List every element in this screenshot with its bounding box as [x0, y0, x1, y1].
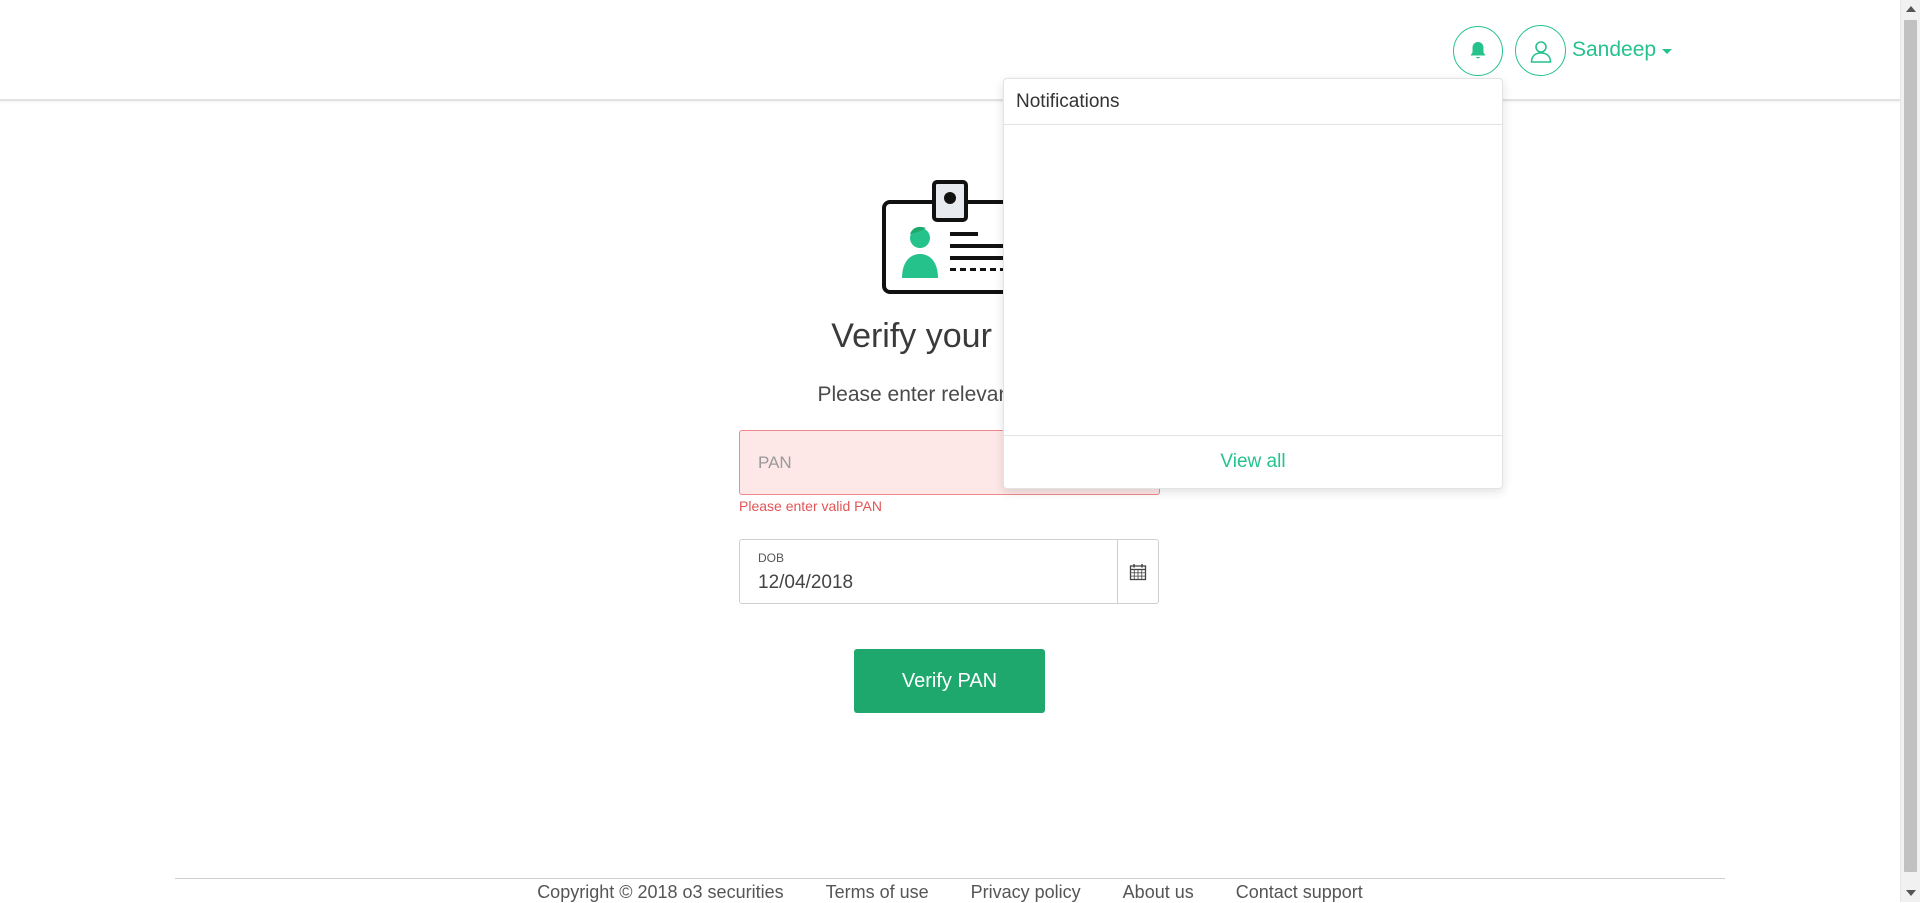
footer-divider [175, 878, 1725, 879]
calendar-button[interactable] [1117, 540, 1158, 603]
notifications-button[interactable] [1453, 26, 1503, 76]
page-subtitle: Please enter relevant details [817, 383, 1083, 406]
view-all-notifications-link[interactable]: View all [1004, 436, 1502, 488]
page-title: Verify your PAN [831, 317, 1069, 355]
footer: Copyright © 2018 o3 securities Terms of … [0, 882, 1900, 903]
user-avatar[interactable] [1515, 25, 1566, 76]
dob-label: DOB [758, 551, 785, 565]
footer-about-link[interactable]: About us [1123, 882, 1194, 903]
top-header: Sandeep [0, 0, 1900, 101]
footer-contact-link[interactable]: Contact support [1236, 882, 1363, 903]
pan-error-message: Please enter valid PAN [739, 498, 882, 514]
verify-pan-button[interactable]: Verify PAN [854, 649, 1045, 713]
notifications-list [1004, 125, 1502, 436]
scroll-down-arrow-icon[interactable] [1906, 890, 1916, 896]
notifications-title: Notifications [1004, 79, 1502, 125]
footer-terms-link[interactable]: Terms of use [826, 882, 929, 903]
id-card-illustration [880, 180, 1020, 301]
user-name: Sandeep [1572, 38, 1657, 61]
footer-copyright: Copyright © 2018 o3 securities [537, 882, 784, 902]
user-menu-toggle[interactable]: Sandeep [1572, 37, 1673, 63]
page-scrollbar[interactable] [1900, 0, 1920, 902]
notifications-dropdown: Notifications View all [1003, 78, 1503, 489]
scroll-up-arrow-icon[interactable] [1906, 6, 1916, 12]
scroll-thumb[interactable] [1904, 20, 1917, 872]
dob-input[interactable] [756, 570, 1096, 596]
calendar-icon [1129, 563, 1147, 580]
dob-field: DOB [739, 539, 1159, 604]
chevron-down-icon [1662, 49, 1673, 54]
footer-privacy-link[interactable]: Privacy policy [971, 882, 1081, 903]
user-icon [1530, 40, 1551, 63]
bell-icon [1470, 42, 1486, 59]
